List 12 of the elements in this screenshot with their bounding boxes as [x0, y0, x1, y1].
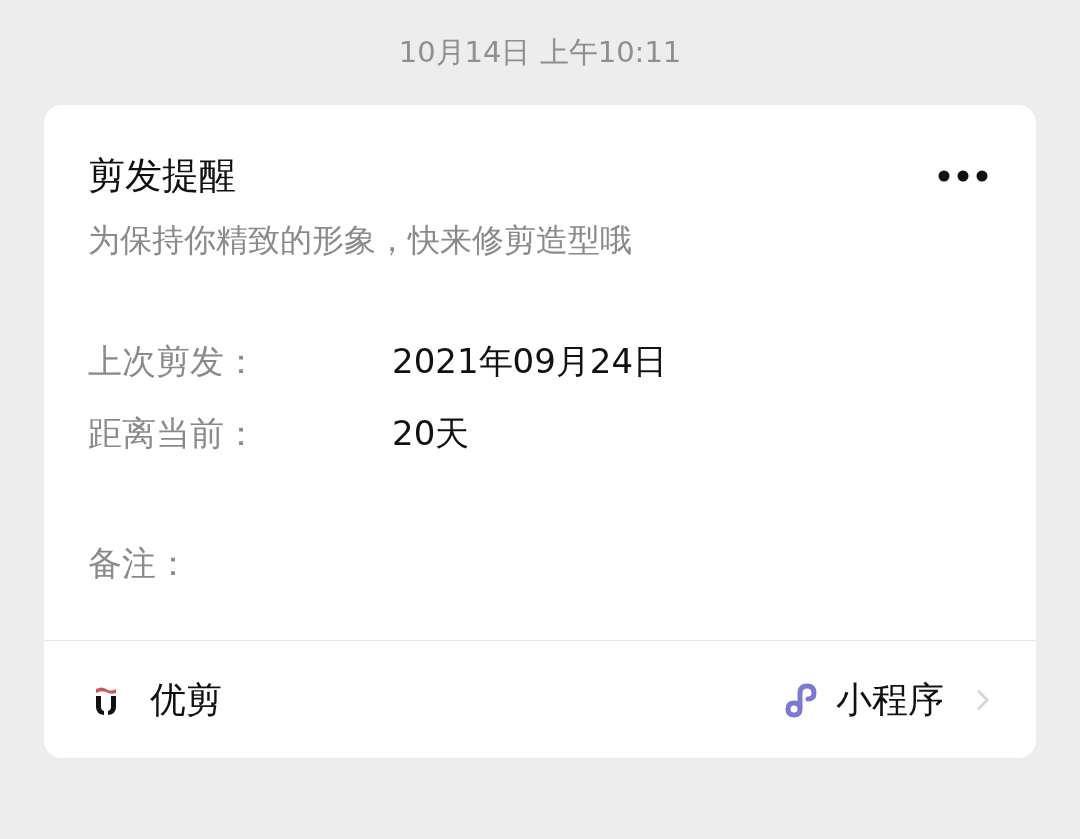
app-name: 优剪 [150, 681, 222, 718]
field-value: 20天 [392, 416, 470, 450]
more-icon[interactable] [938, 169, 988, 182]
card-title: 剪发提醒 [88, 157, 236, 194]
mini-program-label: 小程序 [836, 681, 944, 718]
message-timestamp: 10月14日 上午10:11 [398, 38, 682, 67]
field-label: 上次剪发： [88, 344, 259, 378]
field-label: 距离当前： [88, 416, 259, 450]
reminder-card[interactable]: 剪发提醒 为保持你精致的形象，快来修剪造型哦 上次剪发： 2021年09月24日 距离当前： 20天 备注： 优剪 小程序 [44, 105, 1036, 758]
card-subtitle: 为保持你精致的形象，快来修剪造型哦 [87, 224, 633, 256]
field-value: 2021年09月24日 [392, 344, 668, 378]
remark-label: 备注： [87, 546, 191, 580]
